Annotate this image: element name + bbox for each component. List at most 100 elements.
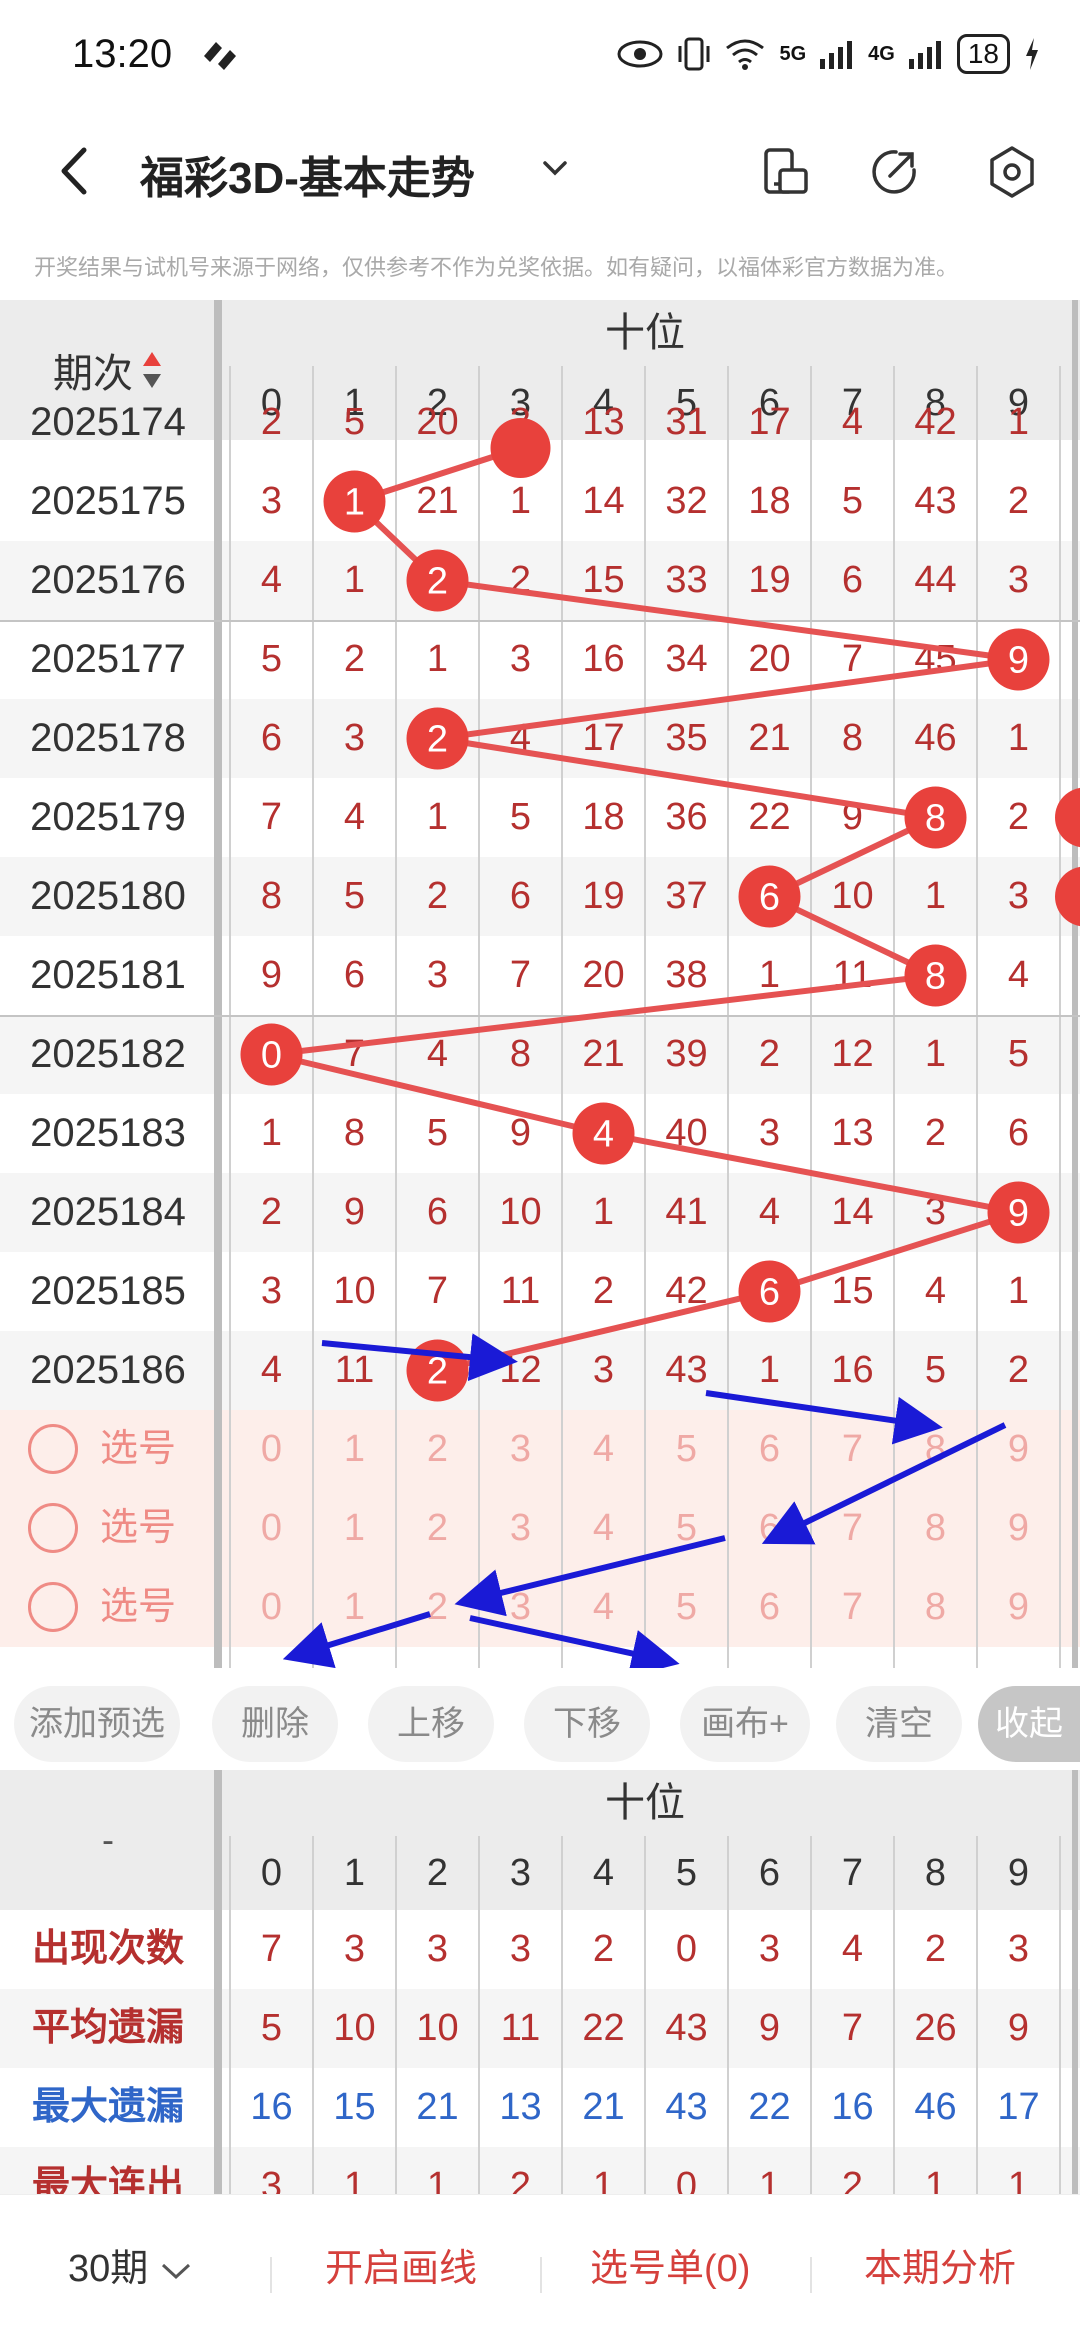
- delete-button[interactable]: 删除: [212, 1686, 338, 1762]
- stats-value-cell: 3: [260, 2165, 283, 2194]
- stats-group-divider: [1072, 1770, 1078, 2194]
- stats-value-cell: 3: [758, 1928, 781, 1970]
- stats-value-cell: 17: [997, 2086, 1040, 2128]
- stats-value-cell: 10: [416, 2007, 459, 2049]
- stats-value-cell: 1: [426, 2165, 449, 2194]
- stats-value-cell: 2: [592, 1928, 615, 1970]
- stats-value-cell: 21: [582, 2086, 625, 2128]
- stats-value-cell: 5: [260, 2007, 283, 2049]
- canvas-plus-button[interactable]: 画布+: [680, 1686, 810, 1762]
- bottom-bar: 30期 开启画线 选号单(0) 本期分析: [0, 2194, 1080, 2340]
- stats-period-divider: [214, 1770, 222, 2194]
- stats-digit-header: 5: [675, 1852, 698, 1894]
- stats-value-cell: 16: [831, 2086, 874, 2128]
- period-select-label: 30期: [68, 2248, 149, 2290]
- annotation-arrow: [282, 1611, 431, 1668]
- vibrate-icon: [678, 37, 710, 71]
- bottom-separator: [270, 2257, 272, 2293]
- stats-digit-header: 9: [1007, 1852, 1030, 1894]
- stats-column-divider: [644, 1836, 646, 2194]
- signal-4g-icon: [908, 41, 941, 69]
- wifi-icon: [726, 39, 765, 70]
- stats-value-cell: 2: [509, 2165, 532, 2194]
- stats-value-cell: 4: [841, 1928, 864, 1970]
- share-icon[interactable]: [866, 144, 922, 200]
- trend-line-overlay: 129286804962: [240, 418, 1080, 1668]
- disclaimer-text: 开奖结果与试机号来源于网络，仅供参考不作为兑奖依据。如有疑问，以福体彩官方数据为…: [34, 255, 959, 280]
- signal-4g-label: 4G: [868, 42, 895, 65]
- stats-group-header: 十位: [605, 1781, 685, 1825]
- hit-number: 2: [427, 719, 448, 761]
- stats-value-cell: 10: [333, 2007, 376, 2049]
- hit-number: 9: [1008, 640, 1029, 682]
- hit-number: 4: [593, 1114, 614, 1156]
- stats-column-divider: [893, 1836, 895, 2194]
- stats-value-cell: 22: [748, 2086, 791, 2128]
- stats-column-divider: [229, 1836, 231, 2194]
- battery-indicator: 18: [956, 34, 1010, 74]
- stats-row-label: 最大遗漏: [31, 2086, 184, 2128]
- stats-value-cell: 1: [924, 2165, 947, 2194]
- hit-marker-offscreen: [1055, 787, 1080, 848]
- stats-value-cell: 26: [914, 2007, 957, 2049]
- stats-value-cell: 1: [1007, 2165, 1030, 2194]
- collapse-button[interactable]: 收起: [978, 1686, 1080, 1762]
- move-down-button[interactable]: 下移: [524, 1686, 650, 1762]
- action-row: 添加预选 删除 上移 下移 画布+ 清空 收起: [0, 1668, 1080, 1768]
- stats-column-divider: [561, 1836, 563, 2194]
- move-up-button[interactable]: 上移: [368, 1686, 494, 1762]
- screen-rotate-icon[interactable]: [758, 144, 814, 200]
- trend-line: [270, 445, 1020, 1374]
- bottom-separator: [810, 2257, 812, 2293]
- notification-icon: [204, 42, 236, 70]
- hit-number: 0: [261, 1035, 282, 1077]
- back-arrow-icon[interactable]: [50, 144, 100, 198]
- chevron-down-icon: [161, 2263, 190, 2280]
- clear-button[interactable]: 清空: [836, 1686, 962, 1762]
- annotation-arrow: [761, 1422, 1007, 1545]
- stats-digit-header: 1: [343, 1852, 366, 1894]
- chevron-down-icon[interactable]: [535, 148, 575, 188]
- stats-value-cell: 1: [343, 2165, 366, 2194]
- stats-value-cell: 1: [592, 2165, 615, 2194]
- bottom-separator: [540, 2257, 542, 2293]
- period-select[interactable]: 30期: [68, 2237, 193, 2292]
- stats-value-cell: 3: [343, 1928, 366, 1970]
- hit-number: 8: [925, 956, 946, 998]
- stats-value-cell: 7: [841, 2007, 864, 2049]
- annotation-arrow: [454, 1535, 726, 1617]
- hit-number: 9: [1008, 1193, 1029, 1235]
- stats-column-divider: [976, 1836, 978, 2194]
- stats-value-cell: 1: [758, 2165, 781, 2194]
- stats-digit-header: 3: [509, 1852, 532, 1894]
- annotation-arrow: [469, 1615, 680, 1668]
- stats-value-cell: 13: [499, 2086, 542, 2128]
- stats-column-divider: [810, 1836, 812, 2194]
- stats-value-cell: 3: [1007, 1928, 1030, 1970]
- stats-value-cell: 0: [675, 1928, 698, 1970]
- stats-value-cell: 7: [260, 1928, 283, 1970]
- page-title[interactable]: 福彩3D-基本走势: [140, 142, 475, 206]
- stats-value-cell: 43: [665, 2007, 708, 2049]
- hit-number: 6: [759, 877, 780, 919]
- pick-list-button[interactable]: 选号单(0): [590, 2237, 750, 2292]
- stats-row-label: 出现次数: [31, 1928, 184, 1970]
- stats-column-divider: [395, 1836, 397, 2194]
- hit-number: 6: [759, 1272, 780, 1314]
- stats-value-cell: 9: [1007, 2007, 1030, 2049]
- hit-number: 1: [344, 482, 365, 524]
- header: 福彩3D-基本走势: [0, 118, 1080, 222]
- hit-number: 2: [427, 561, 448, 603]
- signal-5g-label: 5G: [779, 42, 807, 65]
- settings-icon[interactable]: [984, 144, 1040, 200]
- stats-digit-header: 7: [841, 1852, 864, 1894]
- add-preselect-button[interactable]: 添加预选: [14, 1686, 180, 1762]
- stats-column-divider: [1059, 1836, 1061, 2194]
- draw-line-button[interactable]: 开启画线: [325, 2237, 477, 2292]
- analysis-button[interactable]: 本期分析: [864, 2237, 1016, 2292]
- stats-column-divider: [727, 1836, 729, 2194]
- status-time: 13:20: [72, 32, 173, 76]
- stats-table: - 十位 0 1 2 3 4 5 6 7 8 9 出现次数 7 3 3 3 2 0 3 4 2 3 平均遗漏 5 10 10 11…: [0, 1770, 1080, 2194]
- stats-value-cell: 16: [250, 2086, 293, 2128]
- hit-number: 8: [925, 798, 946, 840]
